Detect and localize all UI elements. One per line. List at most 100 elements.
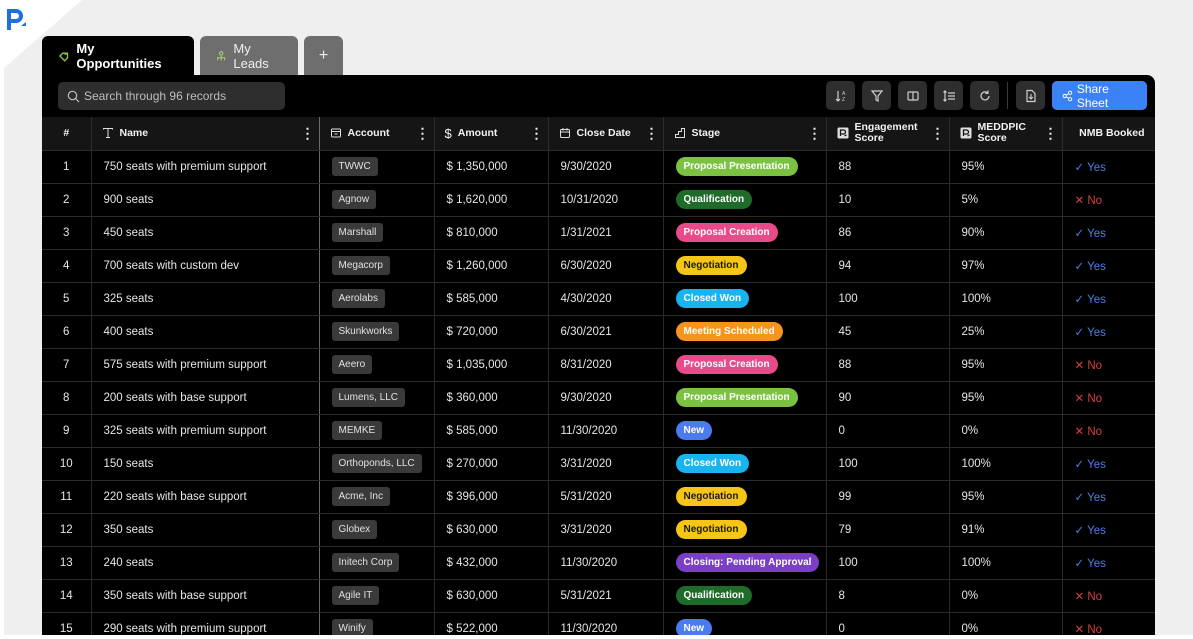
table-row[interactable]: 10 150 seats Orthoponds, LLC $ 270,000 3… [42,447,1155,481]
column-header-index[interactable]: # [42,117,92,151]
nmb-booked-cell[interactable]: ✕ No [1062,381,1155,415]
amount-cell[interactable]: $ 396,000 [434,480,549,514]
amount-cell[interactable]: $ 522,000 [434,612,549,635]
account-cell[interactable]: Aeero [319,348,435,382]
amount-cell[interactable]: $ 1,350,000 [434,150,549,184]
engagement-score-cell[interactable]: 86 [826,216,950,250]
close-date-cell[interactable]: 11/30/2020 [548,612,664,635]
table-row[interactable]: 9 325 seats with premium support MEMKE $… [42,414,1155,448]
amount-cell[interactable]: $ 585,000 [434,414,549,448]
close-date-cell[interactable]: 11/30/2020 [548,414,664,448]
account-cell[interactable]: Globex [319,513,435,547]
table-row[interactable]: 8 200 seats with base support Lumens, LL… [42,381,1155,415]
close-date-cell[interactable]: 3/31/2020 [548,513,664,547]
engagement-score-cell[interactable]: 0 [826,414,950,448]
account-tag[interactable]: Lumens, LLC [331,388,405,407]
stage-badge[interactable]: Proposal Presentation [675,157,798,176]
search-box[interactable] [58,82,285,110]
name-cell[interactable]: 240 seats [91,546,320,580]
meddpic-score-cell[interactable]: 95% [949,480,1063,514]
search-input[interactable] [84,89,274,103]
stage-cell[interactable]: Negotiation [663,480,827,514]
columns-button[interactable] [898,81,927,110]
column-menu-icon[interactable]: ⋮ [301,125,315,142]
stage-cell[interactable]: Qualification [663,183,827,217]
amount-cell[interactable]: $ 1,260,000 [434,249,549,283]
account-tag[interactable]: Megacorp [331,256,390,275]
refresh-button[interactable] [970,81,999,110]
nmb-booked-cell[interactable]: ✓ Yes [1062,480,1155,514]
engagement-score-cell[interactable]: 90 [826,381,950,415]
nmb-booked-cell[interactable]: ✓ Yes [1062,546,1155,580]
column-menu-icon[interactable]: ⋮ [931,125,945,142]
nmb-booked-cell[interactable]: ✓ Yes [1062,249,1155,283]
meddpic-score-cell[interactable]: 0% [949,414,1063,448]
stage-badge[interactable]: New [675,619,713,635]
meddpic-score-cell[interactable]: 95% [949,150,1063,184]
stage-badge[interactable]: Qualification [675,586,753,605]
close-date-cell[interactable]: 9/30/2020 [548,150,664,184]
column-menu-icon[interactable]: ⋮ [1044,125,1058,142]
stage-cell[interactable]: Closing: Pending Approval [663,546,827,580]
nmb-booked-cell[interactable]: ✕ No [1062,348,1155,382]
meddpic-score-cell[interactable]: 100% [949,282,1063,316]
account-tag[interactable]: Orthoponds, LLC [331,454,422,473]
close-date-cell[interactable]: 11/30/2020 [548,546,664,580]
name-cell[interactable]: 325 seats with premium support [91,414,320,448]
table-row[interactable]: 1 750 seats with premium support TWWC $ … [42,150,1155,184]
engagement-score-cell[interactable]: 88 [826,348,950,382]
close-date-cell[interactable]: 3/31/2020 [548,447,664,481]
close-date-cell[interactable]: 5/31/2020 [548,480,664,514]
table-row[interactable]: 13 240 seats Initech Corp $ 432,000 11/3… [42,546,1155,580]
close-date-cell[interactable]: 5/31/2021 [548,579,664,613]
column-header-stage[interactable]: Stage ⋮ [663,117,827,151]
account-cell[interactable]: TWWC [319,150,435,184]
column-header-nmb-booked[interactable]: NMB Booked [1062,117,1155,151]
stage-badge[interactable]: Proposal Creation [675,223,778,242]
table-row[interactable]: 3 450 seats Marshall $ 810,000 1/31/2021… [42,216,1155,250]
meddpic-score-cell[interactable]: 0% [949,612,1063,635]
meddpic-score-cell[interactable]: 100% [949,546,1063,580]
export-button[interactable] [1016,81,1045,110]
meddpic-score-cell[interactable]: 95% [949,381,1063,415]
table-row[interactable]: 7 575 seats with premium support Aeero $… [42,348,1155,382]
engagement-score-cell[interactable]: 45 [826,315,950,349]
meddpic-score-cell[interactable]: 5% [949,183,1063,217]
column-header-amount[interactable]: $ Amount ⋮ [434,117,549,151]
close-date-cell[interactable]: 6/30/2021 [548,315,664,349]
column-menu-icon[interactable]: ⋮ [645,125,659,142]
engagement-score-cell[interactable]: 100 [826,447,950,481]
engagement-score-cell[interactable]: 10 [826,183,950,217]
amount-cell[interactable]: $ 630,000 [434,579,549,613]
tab-my-leads[interactable]: My Leads [200,36,298,76]
account-cell[interactable]: Aerolabs [319,282,435,316]
name-cell[interactable]: 290 seats with premium support [91,612,320,635]
name-cell[interactable]: 200 seats with base support [91,381,320,415]
close-date-cell[interactable]: 1/31/2021 [548,216,664,250]
engagement-score-cell[interactable]: 8 [826,579,950,613]
amount-cell[interactable]: $ 720,000 [434,315,549,349]
close-date-cell[interactable]: 8/31/2020 [548,348,664,382]
stage-cell[interactable]: Closed Won [663,282,827,316]
nmb-booked-cell[interactable]: ✓ Yes [1062,282,1155,316]
amount-cell[interactable]: $ 270,000 [434,447,549,481]
close-date-cell[interactable]: 4/30/2020 [548,282,664,316]
nmb-booked-cell[interactable]: ✕ No [1062,183,1155,217]
table-row[interactable]: 5 325 seats Aerolabs $ 585,000 4/30/2020… [42,282,1155,316]
name-cell[interactable]: 150 seats [91,447,320,481]
stage-badge[interactable]: Proposal Presentation [675,388,798,407]
close-date-cell[interactable]: 10/31/2020 [548,183,664,217]
account-tag[interactable]: TWWC [331,157,378,176]
account-tag[interactable]: Winify [331,619,373,635]
stage-badge[interactable]: Proposal Creation [675,355,778,374]
add-tab-button[interactable]: + [304,36,343,76]
account-cell[interactable]: Acme, Inc [319,480,435,514]
stage-badge[interactable]: Negotiation [675,520,747,539]
share-sheet-button[interactable]: Share Sheet [1052,81,1147,110]
column-header-name[interactable]: Name ⋮ [91,117,320,151]
account-cell[interactable]: Agile IT [319,579,435,613]
account-cell[interactable]: Orthoponds, LLC [319,447,435,481]
meddpic-score-cell[interactable]: 97% [949,249,1063,283]
account-tag[interactable]: Acme, Inc [331,487,390,506]
account-cell[interactable]: Agnow [319,183,435,217]
